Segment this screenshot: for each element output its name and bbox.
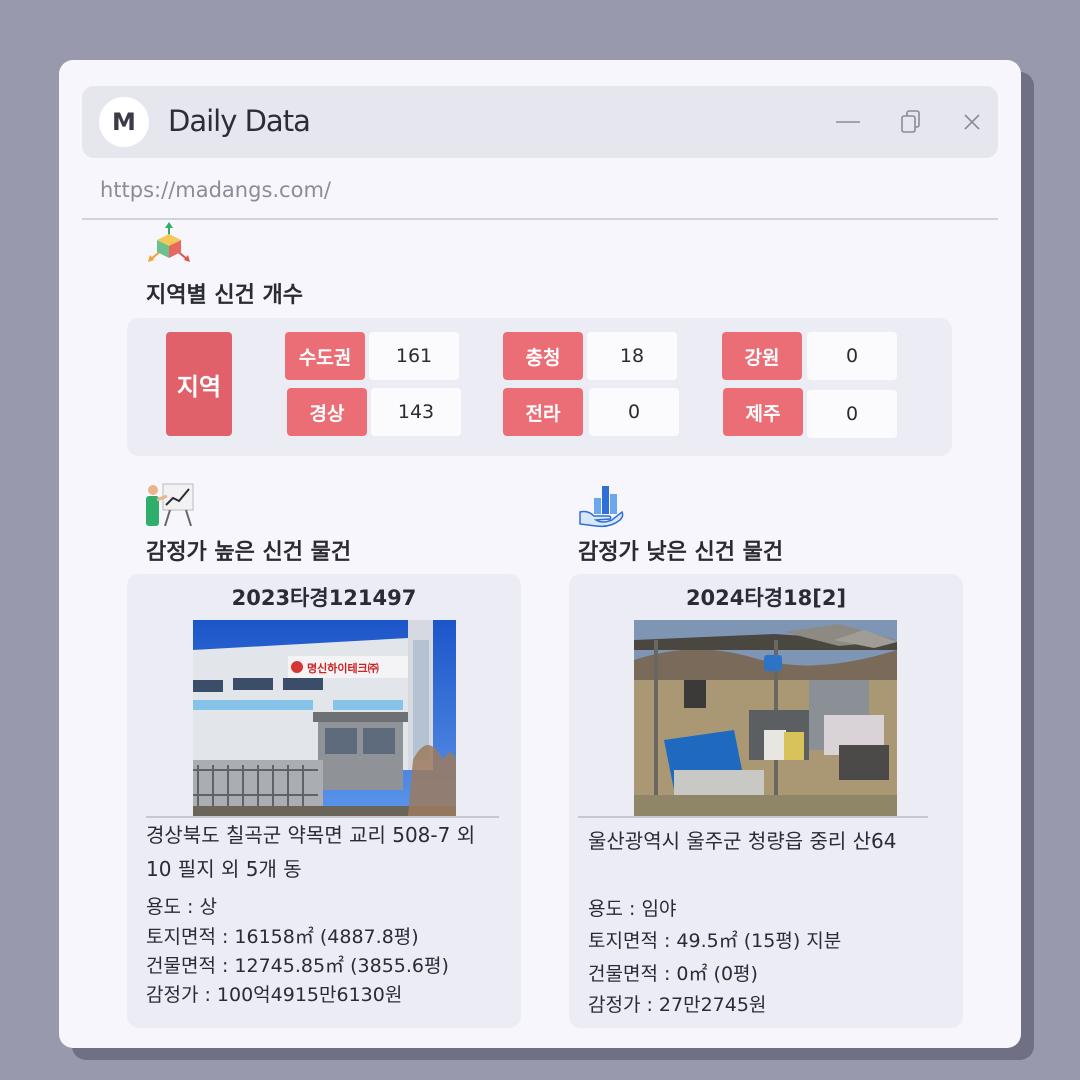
case-number: 2024타경18[2] [685,586,847,610]
region-tag-jeju: 제주 [723,388,803,436]
region-count-gangwon: 0 [807,332,897,380]
minimize-icon [836,121,860,123]
sign-text: 명신하이테크㈜ [307,661,379,675]
cube-axes-icon [148,222,190,262]
close-icon [964,114,980,130]
building-area-text: 건물면적 : 12745.85㎡ (3855.6평) [146,955,449,977]
region-count-gyeongsang: 143 [371,388,461,436]
hand-bar-chart-icon [579,486,624,528]
minimize-button[interactable] [834,108,862,136]
building-area-text: 건물면적 : 0㎡ (0평) [588,963,758,985]
high-section-title: 감정가 높은 신건 물건 [146,540,352,565]
photo-divider [578,816,928,818]
region-count-jeolla: 0 [589,388,679,436]
app-title: Daily Data [168,104,311,138]
app-window: M Daily Data https://madangs.com/ 지역별 신건… [59,60,1021,1048]
title-bar: M Daily Data [82,86,998,158]
address-line-2: 10 필지 외 5개 동 [146,857,302,881]
region-panel: 지역 수도권 161 경상 143 충청 18 전라 0 강원 0 제주 0 [127,318,952,456]
region-tag-gangwon: 강원 [722,332,802,380]
land-area-text: 토지면적 : 16158㎡ (4887.8평) [146,926,419,948]
region-section-title: 지역별 신건 개수 [146,283,303,308]
usage-text: 용도 : 임야 [588,898,677,920]
property-photo [634,620,897,816]
region-count-jeju: 0 [807,390,897,438]
region-count-sudogwon: 161 [369,332,459,380]
price-text: 감정가 : 100억4915만6130원 [146,984,403,1006]
property-photo: 명신하이테크㈜ [193,620,456,816]
low-section-title: 감정가 낮은 신건 물건 [578,540,784,565]
region-tag-sudogwon: 수도권 [285,332,365,380]
url-text[interactable]: https://madangs.com/ [100,178,331,202]
address-line-1: 울산광역시 울주군 청량읍 중리 산64 [588,829,897,853]
case-number: 2023타경121497 [231,586,417,610]
usage-text: 용도 : 상 [146,896,217,918]
presentation-chart-icon [146,483,194,527]
header-divider [82,218,998,220]
land-area-text: 토지면적 : 49.5㎡ (15평) 지분 [588,930,842,952]
copy-icon [901,110,920,133]
region-tag-chungcheong: 충청 [503,332,583,380]
region-tag-gyeongsang: 경상 [287,388,367,436]
copy-button[interactable] [897,108,925,136]
region-count-chungcheong: 18 [587,332,677,380]
low-price-card[interactable]: 2024타경18[2] 울산광역시 울주군 청량읍 중리 산64 용도: 임야… [569,574,963,1028]
close-button[interactable] [958,108,986,136]
price-text: 감정가 : 27만2745원 [588,994,767,1016]
address-line-1: 경상북도 칠곡군 약목면 교리 508-7 외 [146,823,476,847]
region-main-label: 지역 [166,332,232,436]
high-price-card[interactable]: 2023타경121497 명신하이테크㈜ 경상북도 칠곡군 약목면 교리 508… [127,574,521,1028]
region-tag-jeolla: 전라 [503,388,583,436]
app-logo: M [99,97,149,147]
